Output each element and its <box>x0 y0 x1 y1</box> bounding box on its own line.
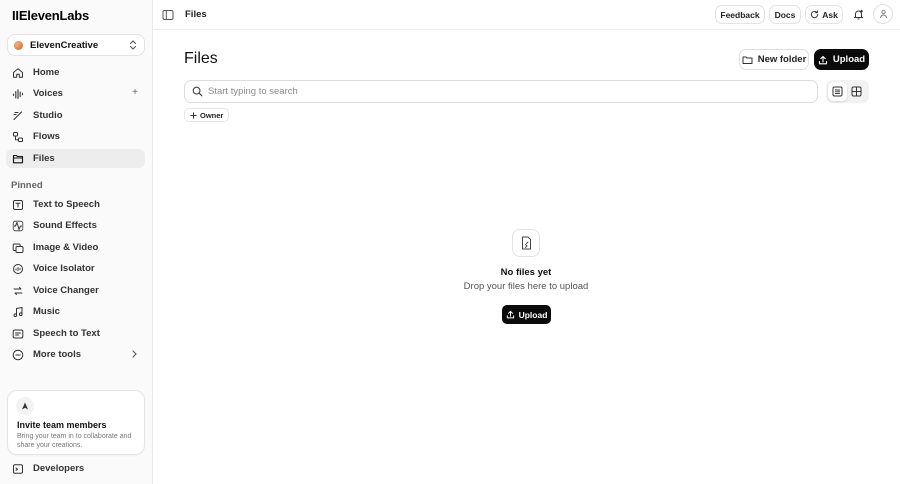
sidebar-item-text-to-speech[interactable]: Text to Speech <box>6 195 145 214</box>
invite-description: Bring your team in to collaborate and sh… <box>17 433 132 449</box>
text-to-speech-icon <box>12 199 24 211</box>
sidebar-item-flows[interactable]: Flows <box>6 127 145 146</box>
workspace-name: ElevenCreative <box>30 39 99 51</box>
empty-state-subtitle: Drop your files here to upload <box>463 281 589 292</box>
upload-icon <box>506 310 515 319</box>
empty-upload-button[interactable]: Upload <box>502 305 551 324</box>
sidebar-item-label: Home <box>33 67 60 78</box>
upload-label: Upload <box>518 309 548 320</box>
send-icon <box>16 397 34 415</box>
view-toggle <box>826 80 869 103</box>
sidebar-item-files[interactable]: Files <box>6 149 145 168</box>
sidebar-item-label: More tools <box>33 349 82 360</box>
workspace-switcher[interactable]: ElevenCreative <box>7 34 145 56</box>
refresh-icon <box>810 10 819 19</box>
folder-plus-icon <box>742 55 753 65</box>
page-title: Files <box>184 50 218 67</box>
sidebar-item-label: Flows <box>33 131 60 142</box>
more-tools-icon <box>12 349 24 361</box>
sidebar-item-voice-changer[interactable]: Voice Changer <box>6 281 145 300</box>
invite-title: Invite team members <box>17 420 107 430</box>
new-folder-button[interactable]: New folder <box>739 49 809 70</box>
sidebar-item-label: Voice Isolator <box>33 263 95 274</box>
flows-icon <box>12 131 24 143</box>
image-video-icon <box>12 242 24 254</box>
plus-icon <box>190 111 197 119</box>
sidebar-item-music[interactable]: Music <box>6 302 145 321</box>
speech-to-text-icon <box>12 328 24 340</box>
list-view-button[interactable] <box>828 82 847 101</box>
empty-file-icon <box>512 229 540 257</box>
new-folder-label: New folder <box>757 54 807 65</box>
owner-filter-chip[interactable]: Owner <box>184 108 230 122</box>
sidebar-toggle-icon[interactable] <box>162 9 174 21</box>
sidebar-item-developers[interactable]: Developers <box>6 459 145 478</box>
files-icon <box>12 153 24 165</box>
sidebar-item-label: Text to Speech <box>33 199 100 210</box>
invite-team-card[interactable]: Invite team members Bring your team in t… <box>7 390 145 455</box>
voice-changer-icon <box>12 285 24 297</box>
list-view-icon <box>832 86 843 97</box>
grid-view-icon <box>851 86 862 97</box>
sidebar-item-more-tools[interactable]: More tools <box>6 345 145 364</box>
sidebar-item-home[interactable]: Home <box>6 63 145 82</box>
sidebar-item-label: Voice Changer <box>33 285 99 296</box>
developers-icon <box>12 463 24 475</box>
sidebar-item-label: Studio <box>33 110 63 121</box>
notifications-button[interactable] <box>849 5 867 24</box>
upload-icon <box>818 55 828 65</box>
bell-icon <box>853 9 864 21</box>
search-input[interactable] <box>208 86 817 97</box>
search-bar[interactable] <box>184 80 818 103</box>
top-bar: Files Feedback Docs Ask <box>153 0 900 30</box>
voice-isolator-icon <box>12 263 24 275</box>
voices-icon <box>12 88 24 100</box>
sidebar-item-label: Image & Video <box>33 242 99 253</box>
add-voice-plus-icon[interactable]: + <box>132 87 138 98</box>
home-icon <box>12 67 24 79</box>
sidebar: IIElevenLabs ElevenCreative Home Voices … <box>0 0 153 484</box>
owner-filter-label: Owner <box>200 110 224 120</box>
sidebar-item-sound-effects[interactable]: Sound Effects <box>6 216 145 235</box>
workspace-avatar-icon <box>14 40 23 50</box>
user-icon <box>879 9 888 19</box>
chevron-up-down-icon <box>128 39 138 51</box>
sidebar-item-label: Music <box>33 306 60 317</box>
sidebar-item-voices[interactable]: Voices + <box>6 84 145 103</box>
sidebar-item-label: Voices <box>33 88 63 99</box>
sidebar-item-label: Speech to Text <box>33 328 100 339</box>
elevenlabs-logo[interactable]: IIElevenLabs <box>12 8 89 23</box>
sidebar-item-studio[interactable]: Studio <box>6 106 145 125</box>
ask-button[interactable]: Ask <box>805 5 843 24</box>
studio-icon <box>12 110 24 122</box>
breadcrumb: Files <box>185 9 207 20</box>
sidebar-item-label: Sound Effects <box>33 220 97 231</box>
sound-effects-icon <box>12 220 24 232</box>
ask-label: Ask <box>822 9 838 20</box>
sidebar-item-voice-isolator[interactable]: Voice Isolator <box>6 259 145 278</box>
upload-button[interactable]: Upload <box>814 49 869 70</box>
feedback-button[interactable]: Feedback <box>715 5 765 24</box>
chevron-right-icon <box>130 349 138 359</box>
sidebar-item-image-video[interactable]: Image & Video <box>6 238 145 257</box>
sidebar-item-speech-to-text[interactable]: Speech to Text <box>6 324 145 343</box>
music-icon <box>12 306 24 318</box>
sidebar-item-label: Files <box>33 153 55 164</box>
user-avatar[interactable] <box>873 4 893 24</box>
empty-state-title: No files yet <box>500 267 552 278</box>
grid-view-button[interactable] <box>847 82 866 101</box>
pinned-heading: Pinned <box>11 180 43 191</box>
sidebar-item-label: Developers <box>33 463 85 474</box>
search-icon <box>192 86 203 97</box>
upload-label: Upload <box>832 54 866 65</box>
docs-button[interactable]: Docs <box>769 5 801 24</box>
